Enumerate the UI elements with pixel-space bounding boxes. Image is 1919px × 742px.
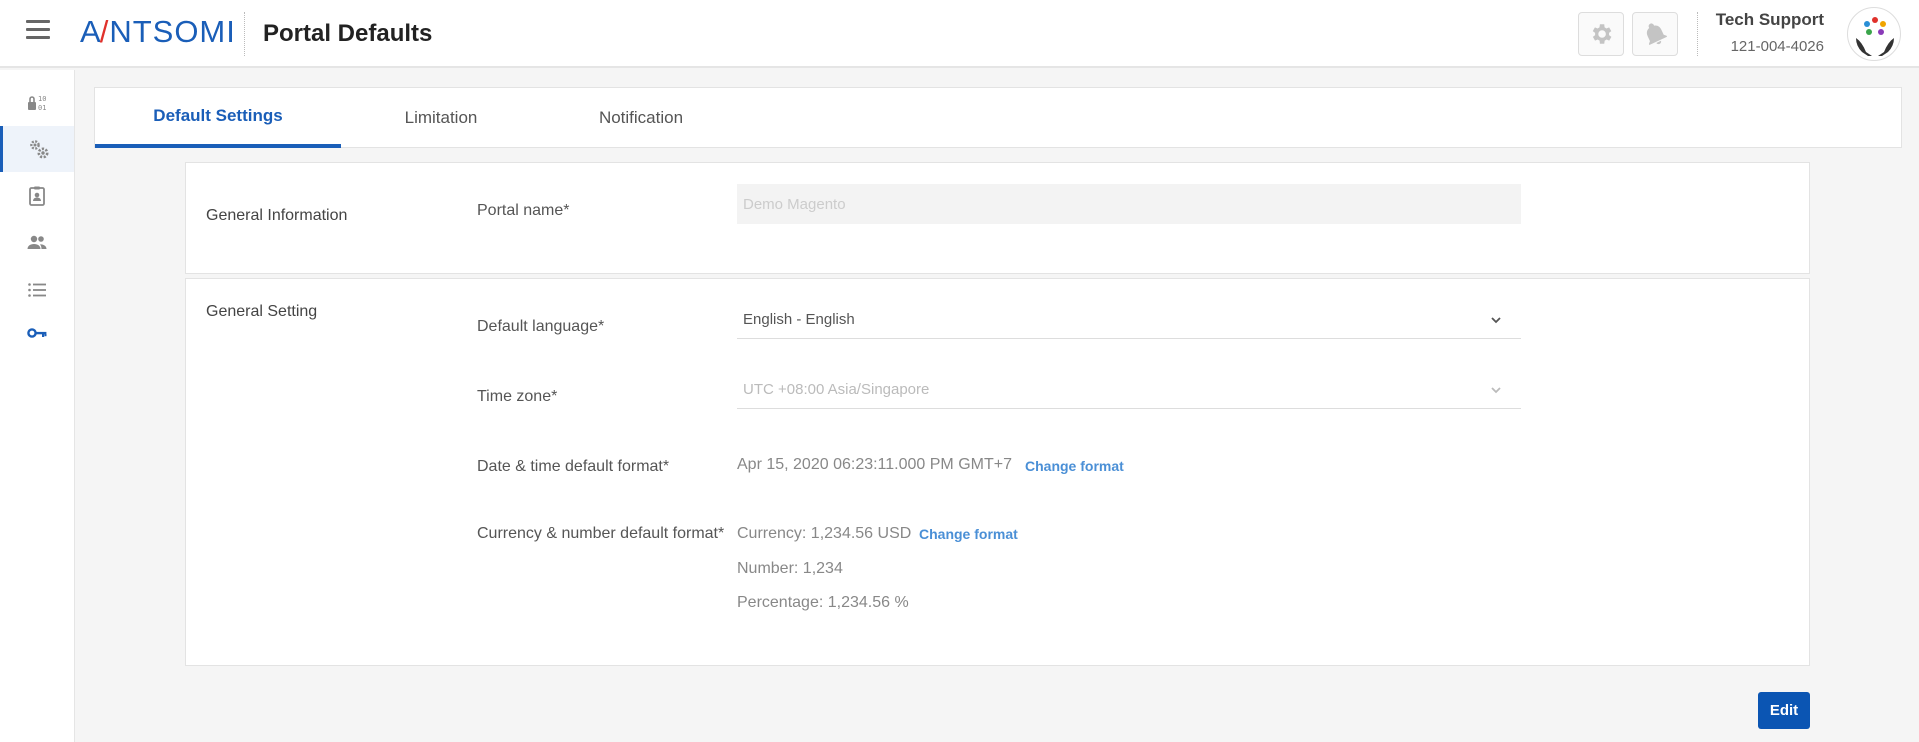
tab-default-settings[interactable]: Default Settings [95,88,341,148]
time-zone-select[interactable]: UTC +08:00 Asia/Singapore [737,371,1521,409]
bell-icon [1646,23,1668,45]
time-zone-label: Time zone* [477,388,558,405]
sidebar-item-data-privacy[interactable]: 10 01 [0,80,74,126]
general-setting-panel: General Setting Default language* Englis… [185,278,1810,666]
settings-tabs: Default Settings Limitation Notification [94,87,1902,148]
section-label-general-setting: General Setting [206,303,318,320]
users-icon [27,235,47,249]
sidebar-item-accounts[interactable] [0,173,74,219]
top-header: A/NTSOMI Portal Defaults Tech Support 12… [0,0,1919,68]
tab-notification[interactable]: Notification [541,88,741,148]
gears-icon [29,140,48,159]
svg-text:10: 10 [38,95,46,103]
section-label-general-information: General Information [206,207,348,224]
sidebar-item-list[interactable] [0,267,74,313]
general-information-panel: General Information Portal name* [185,162,1810,274]
portal-name-input[interactable] [737,184,1521,224]
antsomi-logo[interactable]: A/NTSOMI [80,14,236,50]
currency-format-label: Currency & number default format* [477,525,725,542]
binary-lock-icon: 10 01 [28,95,46,112]
header-divider [244,12,245,56]
hands-people-logo-icon [1856,17,1894,56]
logo-text: NTSOMI [109,14,236,49]
portal-name-label: Portal name* [477,202,570,219]
datetime-format-label: Date & time default format* [477,458,670,475]
header-divider [1697,12,1698,56]
default-language-value: English - English [743,311,855,328]
change-currency-format-link[interactable]: Change format [919,526,1018,542]
currency-format-value: Currency: 1,234.56 USD [737,525,912,542]
chevron-down-icon [1491,387,1501,394]
percentage-format-value: Percentage: 1,234.56 % [737,594,909,611]
gear-icon [1592,24,1612,44]
tab-limitation[interactable]: Limitation [341,88,541,148]
sidebar-item-users[interactable] [0,220,74,266]
left-sidebar: 10 01 [0,70,75,742]
number-format-value: Number: 1,234 [737,560,843,577]
user-name[interactable]: Tech Support [1716,10,1824,30]
avatar[interactable] [1847,7,1901,61]
list-icon [28,283,46,297]
clipboard-user-icon [29,186,45,206]
svg-text:01: 01 [38,104,46,112]
settings-button[interactable] [1578,12,1624,56]
change-datetime-format-link[interactable]: Change format [1025,458,1124,474]
chevron-down-icon [1491,317,1501,324]
notification-button[interactable] [1632,12,1678,56]
datetime-format-value: Apr 15, 2020 06:23:11.000 PM GMT+7 [737,456,1012,473]
time-zone-value: UTC +08:00 Asia/Singapore [743,381,930,398]
default-language-select[interactable]: English - English [737,301,1521,339]
page-title: Portal Defaults [263,20,433,47]
default-language-label: Default language* [477,318,605,335]
sidebar-item-portal-settings[interactable] [0,126,74,172]
hamburger-menu-icon[interactable] [26,20,50,42]
key-icon [27,328,47,338]
user-phone: 121-004-4026 [1730,38,1824,55]
edit-button[interactable]: Edit [1758,692,1810,729]
sidebar-item-api-keys[interactable] [0,310,74,356]
